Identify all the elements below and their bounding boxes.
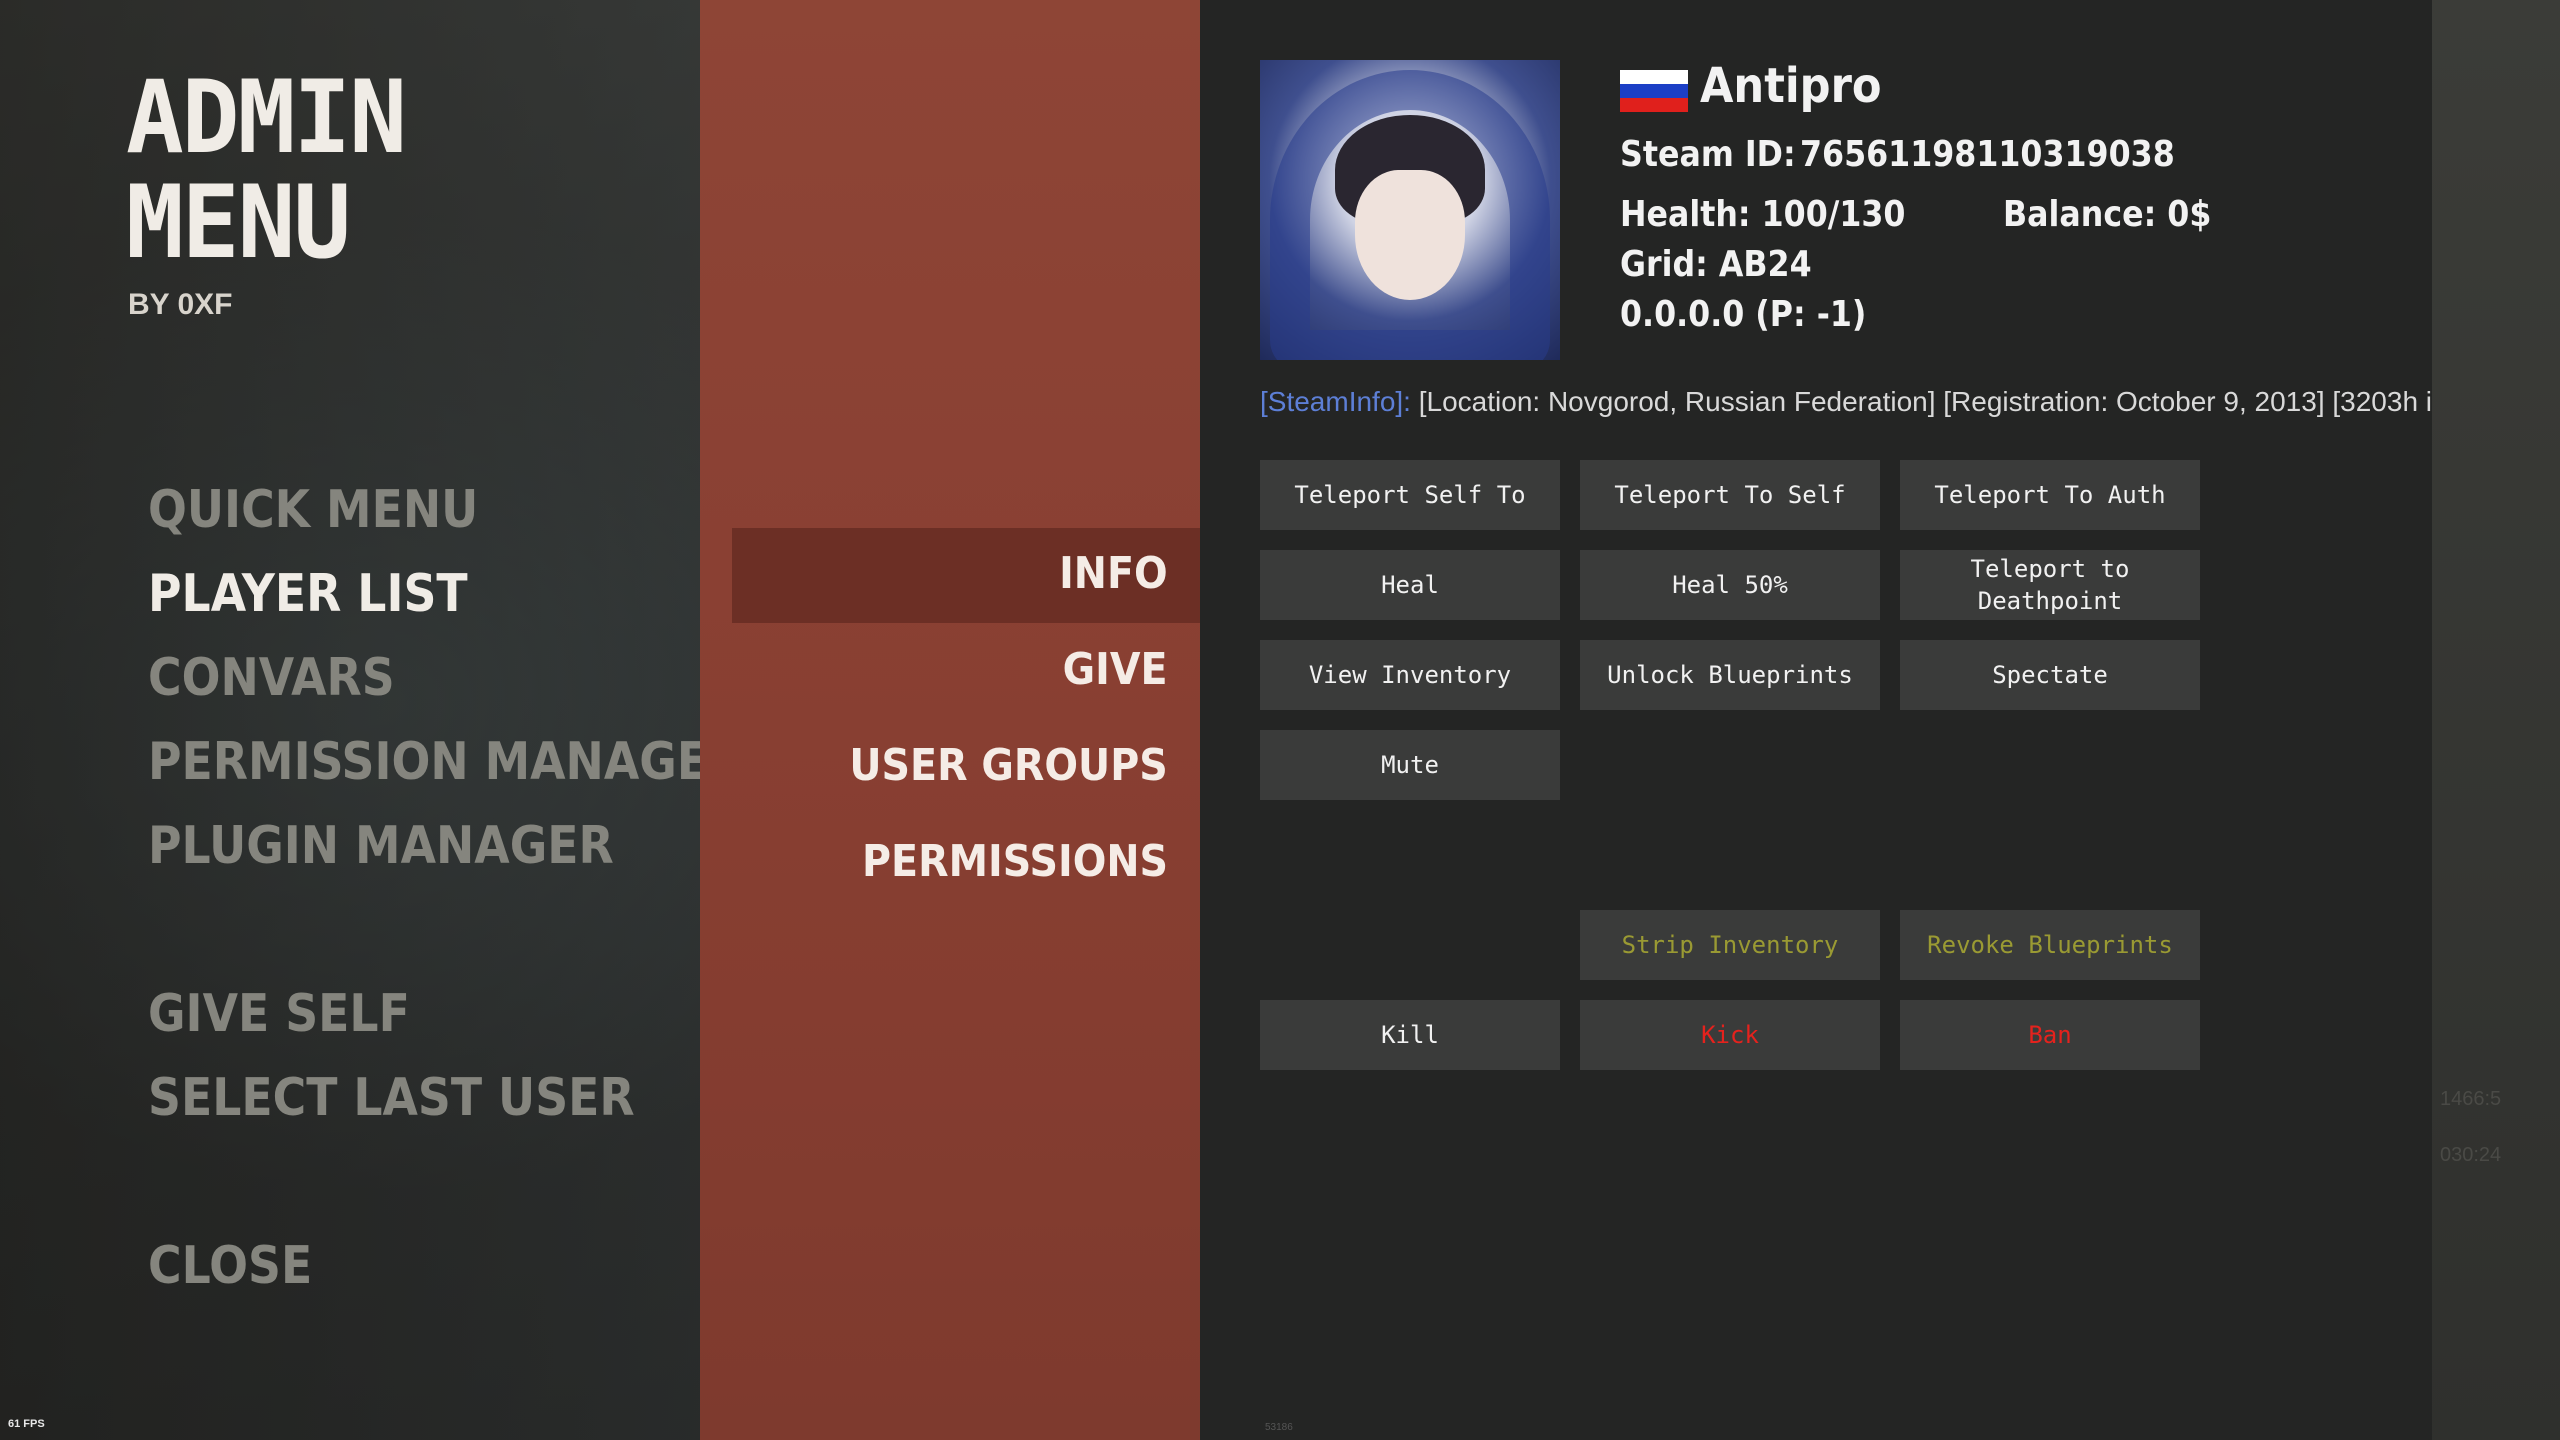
unlock-blueprints-button[interactable]: Unlock Blueprints — [1580, 640, 1880, 710]
hud-coord-2: 030:24 — [2440, 1144, 2502, 1166]
logo-line-1: ADMIN — [126, 58, 407, 177]
steam-info-line: [SteamInfo]: [Location: Novgorod, Russia… — [1260, 386, 2521, 418]
nav-quick-menu[interactable]: QUICK MENU — [148, 480, 478, 540]
russia-flag-icon — [1620, 70, 1688, 112]
author-byline: BY 0XF — [128, 288, 233, 321]
ban-button[interactable]: Ban — [1900, 1000, 2200, 1070]
logo-line-2: MENU — [126, 163, 351, 282]
revoke-blueprints-button[interactable]: Revoke Blueprints — [1900, 910, 2200, 980]
nav-close[interactable]: CLOSE — [148, 1236, 312, 1296]
steam-id-value[interactable]: 76561198110319038 — [1800, 134, 2175, 175]
subnav-user-groups[interactable]: USER GROUPS — [850, 740, 1168, 791]
subnav-give[interactable]: GIVE — [1063, 644, 1168, 695]
teleport-to-auth-button[interactable]: Teleport To Auth — [1900, 460, 2200, 530]
flag-stripe-red — [1620, 98, 1688, 112]
hud-coord-1: 1466:5 — [2440, 1088, 2502, 1110]
fps-counter: 61 FPS — [8, 1418, 45, 1430]
subnav-permissions[interactable]: PERMISSIONS — [862, 836, 1168, 887]
nav-player-list[interactable]: PLAYER LIST — [148, 564, 468, 624]
teleport-deathpoint-label-line-1: Teleport to — [1970, 555, 2130, 583]
teleport-to-self-button[interactable]: Teleport To Self — [1580, 460, 1880, 530]
player-avatar — [1260, 60, 1560, 360]
nav-convars[interactable]: CONVARS — [148, 648, 395, 708]
nav-plugin-manager[interactable]: PLUGIN MANAGER — [148, 816, 614, 876]
nav-give-self[interactable]: GIVE SELF — [148, 984, 410, 1044]
ip-value: 0.0.0.0 (P: -1) — [1620, 294, 1867, 335]
mute-button[interactable]: Mute — [1260, 730, 1560, 800]
grid-value: Grid: AB24 — [1620, 244, 1812, 285]
subnav-info[interactable]: INFO — [1059, 548, 1168, 599]
heal-button[interactable]: Heal — [1260, 550, 1560, 620]
spectate-button[interactable]: Spectate — [1900, 640, 2200, 710]
nav-permission-manager[interactable]: PERMISSION MANAGER — [148, 732, 743, 792]
player-info-panel: Antipro Steam ID: 76561198110319038 Heal… — [1200, 0, 2521, 1440]
flag-stripe-blue — [1620, 84, 1688, 98]
flag-stripe-white — [1620, 70, 1688, 84]
view-inventory-button[interactable]: View Inventory — [1260, 640, 1560, 710]
steam-info-tag: [SteamInfo]: — [1260, 386, 1411, 417]
teleport-self-to-button[interactable]: Teleport Self To — [1260, 460, 1560, 530]
background-edge: 1466:5 030:24 — [2432, 0, 2560, 1440]
steam-info-text: [Location: Novgorod, Russian Federation]… — [1410, 386, 2521, 417]
build-code: 53186 — [1265, 1422, 1293, 1433]
health-value: Health: 100/130 — [1620, 194, 1906, 235]
kick-button[interactable]: Kick — [1580, 1000, 1880, 1070]
teleport-deathpoint-label-line-2: Deathpoint — [1977, 587, 2123, 615]
heal-50-button[interactable]: Heal 50% — [1580, 550, 1880, 620]
kill-button[interactable]: Kill — [1260, 1000, 1560, 1070]
main-menu-panel: ADMIN MENU BY 0XF QUICK MENU PLAYER LIST… — [0, 0, 743, 1440]
balance-value: Balance: 0$ — [2003, 194, 2212, 235]
steam-id-label: Steam ID: — [1620, 134, 1796, 175]
screen: ADMIN MENU BY 0XF QUICK MENU PLAYER LIST… — [0, 0, 2560, 1440]
admin-menu-logo: ADMIN MENU — [126, 58, 407, 282]
player-subnav-panel: INFO GIVE USER GROUPS PERMISSIONS — [700, 0, 1200, 1440]
player-name: Antipro — [1700, 58, 1882, 114]
strip-inventory-button[interactable]: Strip Inventory — [1580, 910, 1880, 980]
nav-select-last-user[interactable]: SELECT LAST USER — [148, 1068, 635, 1128]
avatar-face — [1355, 170, 1465, 300]
teleport-to-deathpoint-button[interactable]: Teleport to Deathpoint — [1900, 550, 2200, 620]
